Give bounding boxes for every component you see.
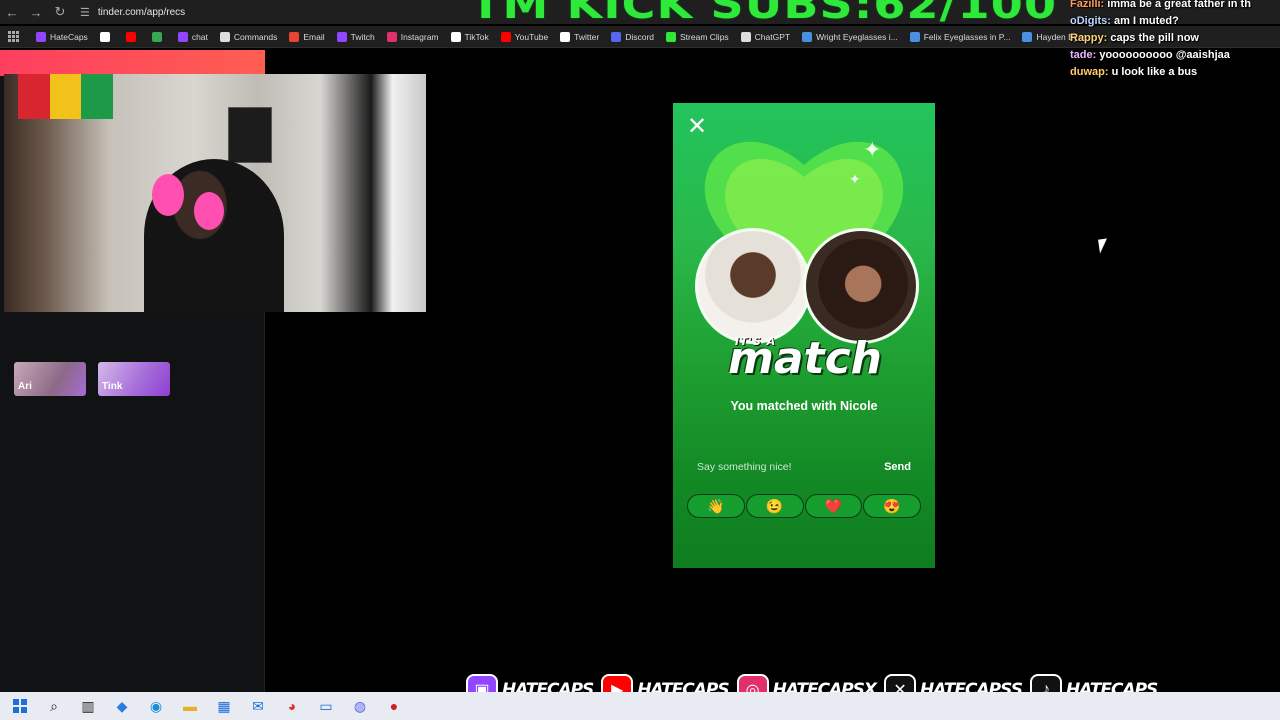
message-input[interactable]: [697, 461, 885, 473]
stream-title-overlay: TM KICK SUBS:62/100: [470, 0, 1058, 28]
bookmark-icon: [1022, 31, 1033, 42]
windows-icon: [13, 699, 27, 713]
bookmark-icon: [125, 31, 136, 42]
headset-icon: [152, 174, 184, 216]
bookmark-icon: [560, 31, 571, 42]
wink-emoji-button[interactable]: 😉: [745, 494, 804, 518]
bookmark-icon: [611, 31, 622, 42]
store-icon[interactable]: ▦: [210, 693, 238, 719]
chat-message: tade: yoooooooooo @aaishjaa: [1070, 49, 1230, 61]
match-modal: ✦ ✦ ✕ IT'S A match You matched with Nico…: [673, 103, 935, 568]
reload-icon[interactable]: ↻: [48, 1, 72, 23]
bookmark-item[interactable]: [125, 31, 140, 42]
wave-emoji-button[interactable]: 👋: [687, 494, 745, 518]
bookmark-item[interactable]: TikTok: [450, 31, 489, 42]
bookmark-item[interactable]: chat: [177, 31, 208, 42]
heart-emoji-button[interactable]: ❤️: [804, 494, 863, 518]
chat-message: duwap: u look like a bus: [1070, 66, 1198, 78]
bookmark-icon: [36, 31, 46, 42]
bookmark-item[interactable]: [99, 31, 114, 42]
tinder-header: [0, 50, 265, 76]
task-view-icon[interactable]: ▥: [74, 693, 102, 719]
bookmark-item[interactable]: Commands: [219, 31, 277, 42]
remote-desktop-icon[interactable]: ▭: [312, 693, 340, 719]
webcam-feed: [4, 74, 426, 312]
close-button[interactable]: ✕: [685, 115, 709, 139]
bookmark-icon: [909, 31, 920, 42]
bookmark-icon: [666, 31, 677, 42]
bookmark-item[interactable]: Stream Clips: [666, 31, 729, 42]
bookmark-item[interactable]: ChatGPT: [740, 31, 790, 42]
outlook-icon[interactable]: ✉: [244, 693, 272, 719]
chat-message: oDigits: am I muted?: [1070, 15, 1179, 27]
bookmark-item[interactable]: Wright Eyeglasses i...: [802, 31, 898, 42]
bookmark-item[interactable]: Twitter: [560, 31, 599, 42]
bookmark-item[interactable]: Instagram: [386, 31, 439, 42]
bookmark-icon: [177, 31, 188, 42]
bookmark-item[interactable]: Felix Eyeglasses in P...: [909, 31, 1010, 42]
bookmark-item[interactable]: YouTube: [500, 31, 548, 42]
sparkle-icon: ✦: [849, 171, 861, 187]
obs-icon[interactable]: ●: [380, 693, 408, 719]
bookmark-icon: [289, 31, 300, 42]
bookmark-icon: [336, 31, 347, 42]
apps-grid-icon[interactable]: [8, 30, 20, 43]
bookmark-item[interactable]: Email: [289, 31, 325, 42]
bookmark-icon: [740, 31, 751, 42]
bookmark-icon: [219, 31, 230, 42]
chat-message: Fazilli: imma be a great father in th: [1070, 0, 1251, 10]
bookmark-icon: [151, 31, 162, 42]
matched-with-text: You matched with Nicole: [730, 399, 878, 413]
bookmark-icon: [386, 31, 397, 42]
chrome-icon[interactable]: ◕: [278, 693, 306, 719]
taskbar: ⌕ ▥ ◆ ◉ ▬ ▦ ✉ ◕ ▭ ◍ ●: [0, 692, 1280, 720]
address-bar[interactable]: ☰ tinder.com/app/recs: [80, 6, 185, 19]
send-button[interactable]: Send: [884, 461, 911, 473]
bookmark-icon: [802, 31, 813, 42]
back-icon[interactable]: ←: [0, 1, 24, 23]
bookmark-icon: [450, 31, 461, 42]
copilot-icon[interactable]: ◆: [108, 693, 136, 719]
heart-eyes-emoji-button[interactable]: 😍: [863, 494, 921, 518]
wall-poster: [228, 107, 272, 163]
search-icon[interactable]: ⌕: [40, 693, 68, 719]
bookmark-icon: [500, 31, 511, 42]
quick-reactions: 👋 😉 ❤️ 😍: [687, 494, 921, 518]
match-thumbnail[interactable]: Tink: [98, 362, 170, 396]
bookmark-item[interactable]: HateCaps: [36, 31, 88, 42]
my-profile-avatar: [695, 228, 811, 344]
url-text: tinder.com/app/recs: [97, 6, 186, 18]
start-button[interactable]: [6, 693, 34, 719]
headset-icon: [194, 192, 224, 230]
flag-decoration: [18, 74, 114, 119]
screen: ← → ↻ ☰ tinder.com/app/recs HateCaps cha…: [0, 0, 1280, 720]
site-info-icon[interactable]: ☰: [80, 6, 90, 19]
sparkle-icon: ✦: [863, 137, 882, 162]
mouse-cursor-icon: [1098, 238, 1109, 254]
match-thumbnail[interactable]: Ari: [14, 362, 86, 396]
file-explorer-icon[interactable]: ▬: [176, 693, 204, 719]
bookmark-item[interactable]: Discord: [611, 31, 654, 42]
match-profile-avatar: [803, 228, 919, 344]
bookmark-icon: [99, 31, 110, 42]
forward-icon[interactable]: →: [24, 1, 48, 23]
edge-icon[interactable]: ◉: [142, 693, 170, 719]
bookmark-item[interactable]: [151, 31, 166, 42]
discord-icon[interactable]: ◍: [346, 693, 374, 719]
chat-overlay: Fazilli: imma be a great father in th oD…: [1070, 0, 1280, 81]
chat-message: Rappy: caps the pill now: [1070, 32, 1199, 44]
message-composer: Send: [687, 450, 921, 484]
bookmark-item[interactable]: Twitch: [336, 31, 375, 42]
